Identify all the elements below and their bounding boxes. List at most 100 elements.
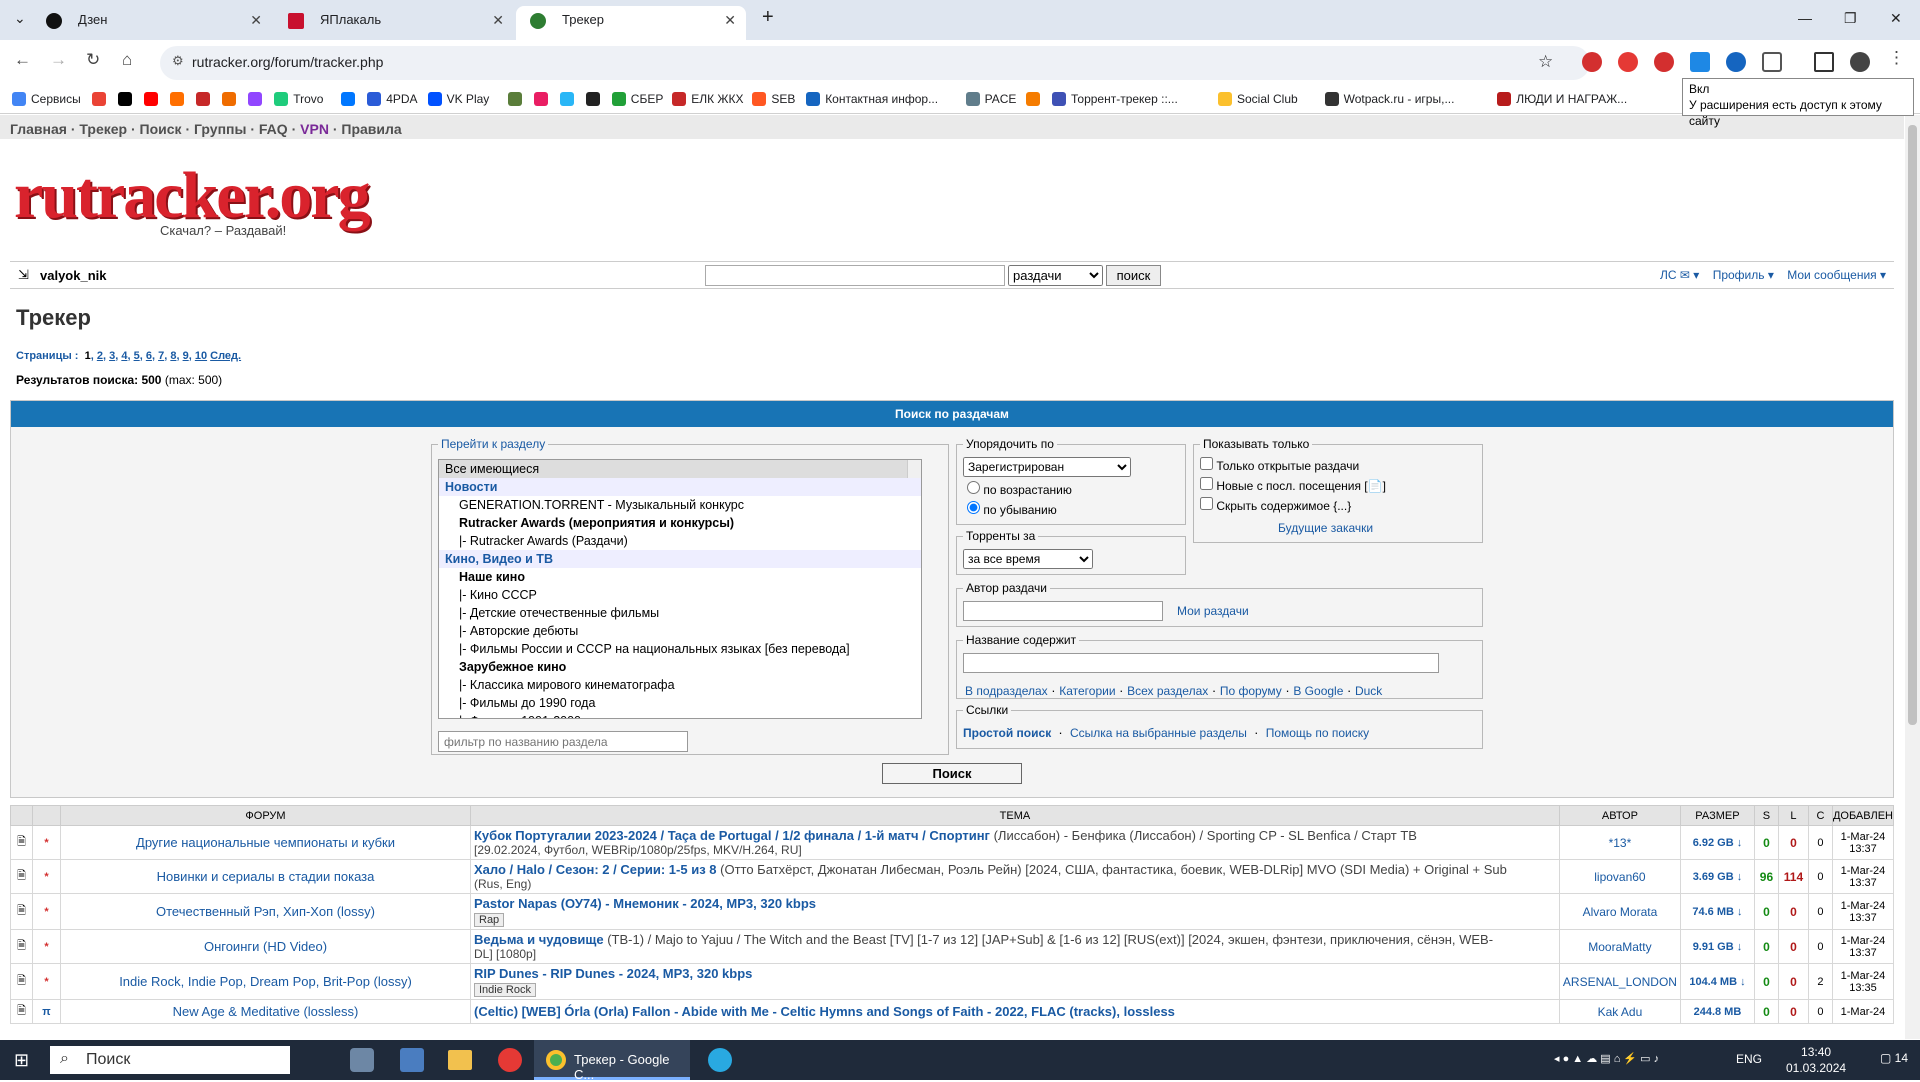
nav-vpn[interactable]: VPN [300,121,329,137]
bookmark-item[interactable]: VK Play [427,92,489,106]
col-size[interactable]: РАЗМЕР [1679,805,1755,826]
site-info-icon[interactable]: ⚙ [172,53,184,69]
open-only-checkbox[interactable] [1200,457,1213,470]
nav-search[interactable]: Поиск [140,121,182,137]
yandex-extension-icon[interactable] [1618,52,1638,72]
nav-faq[interactable]: FAQ [259,121,288,137]
page-link[interactable]: 10 [195,350,207,362]
topic-link[interactable]: Pastor Napas (ОУ74) - Мнемоник - 2024, M… [474,896,816,911]
table-row[interactable]: 🗎 * Отечественный Рэп, Хип-Хоп (lossy) Past… [10,893,1895,930]
bookmark-item[interactable] [1026,92,1045,106]
topic-link[interactable]: Ведьма и чудовище [474,932,604,947]
title-input[interactable] [963,653,1439,673]
username[interactable]: valyok_nik [40,268,107,283]
tray-icons[interactable]: ◂ ● ▲ ☁ ▤ ⌂ ⚡ ▭ ♪ [1554,1052,1659,1065]
hide-content-checkbox[interactable] [1200,497,1213,510]
tab-yaplakal[interactable]: ЯПлакаль ✕ [274,6,514,40]
explorer-icon[interactable] [448,1050,472,1070]
minimize-icon[interactable]: — [1798,10,1812,26]
bookmark-item[interactable] [507,92,527,106]
forum-link[interactable]: Онгоинги (HD Video) [60,929,471,964]
author-input[interactable] [963,601,1163,621]
search-help-link[interactable]: Помощь по поиску [1266,726,1369,740]
genre-tag[interactable]: Indie Rock [474,983,536,997]
page-link[interactable]: 6 [146,350,152,362]
section-option[interactable]: Зарубежное кино [439,658,921,676]
sidepanel-icon[interactable] [1814,52,1834,72]
period-select[interactable]: за все время [963,549,1093,569]
simple-search-link[interactable]: Простой поиск [963,726,1051,740]
selected-sections-link[interactable]: Ссылка на выбранные разделы [1070,726,1247,740]
bookmark-item[interactable] [170,92,189,106]
author-link[interactable]: MooraMatty [1558,929,1681,964]
taskbar-chrome-app[interactable]: Трекер - Google C... [534,1040,690,1082]
section-option[interactable]: |- Фильмы России и СССР на национальных … [439,640,921,658]
page-link[interactable]: 3 [109,350,115,362]
section-option[interactable]: Новости [439,478,921,496]
telegram-icon[interactable] [708,1048,732,1072]
bookmark-item[interactable]: SEB [752,92,795,106]
translate-extension-icon[interactable] [1690,52,1710,72]
tab-tracker[interactable]: Трекер ✕ [516,6,746,40]
language-indicator[interactable]: ENG [1736,1052,1762,1066]
logout-icon[interactable]: ⇲ [18,267,29,283]
author-link[interactable]: *13* [1558,825,1681,860]
size-download-link[interactable]: 74.6 MB ↓ [1679,893,1755,930]
torrent-file-icon[interactable]: 🗎 [10,893,33,930]
section-option[interactable]: |- Фильмы 1991-2000 [439,712,921,718]
section-option[interactable]: |- Авторские дебюты [439,622,921,640]
topic-link[interactable]: Кубок Португалии 2023-2024 / Taça de Por… [474,828,990,843]
torrent-file-icon[interactable]: 🗎 [10,999,33,1024]
forum-link[interactable]: New Age & Meditative (lossless) [60,999,471,1024]
author-link[interactable]: Kak Adu [1558,999,1681,1024]
search-scope-select[interactable]: раздачи [1008,265,1103,286]
bookmark-item[interactable] [222,92,241,106]
section-option[interactable]: Все имеющиеся [439,460,921,478]
author-link[interactable]: lipovan60 [1558,859,1681,894]
forward-icon[interactable]: → [50,50,67,70]
menu-icon[interactable]: ⋮ [1888,48,1905,68]
by-forum-link[interactable]: По форуму [1220,684,1282,698]
submit-search-button[interactable]: Поиск [882,763,1022,784]
torrent-file-icon[interactable]: 🗎 [10,929,33,964]
search-button[interactable]: поиск [1106,265,1161,286]
forum-link[interactable]: Отечественный Рэп, Хип-Хоп (lossy) [60,893,471,930]
section-option[interactable]: |- Фильмы до 1990 года [439,694,921,712]
topic-link[interactable]: (Celtic) [WEB] Órla (Orla) Fallon - Abid… [474,1004,1175,1019]
desc-radio[interactable] [967,501,980,514]
nav-home[interactable]: Главная [10,121,67,137]
size-download-link[interactable]: 244.8 MB [1679,999,1755,1024]
torrent-file-icon[interactable]: 🗎 [10,963,33,1000]
bookmark-item[interactable] [585,92,605,106]
scrollbar-thumb[interactable] [1908,125,1917,725]
nav-tracker[interactable]: Трекер [79,121,127,137]
extensions-icon[interactable] [1762,52,1782,72]
notifications-icon[interactable]: ▢ 14 [1880,1051,1908,1065]
close-window-icon[interactable]: ✕ [1890,10,1902,27]
section-option[interactable]: |- Классика мирового кинематографа [439,676,921,694]
col-leech[interactable]: L [1777,805,1809,826]
bookmark-item[interactable]: PACE [965,92,1016,106]
bookmark-item[interactable]: Торрент-трекер ::... [1052,92,1178,106]
scrollbar[interactable] [907,460,921,478]
bookmark-item[interactable]: СБЕР [611,92,663,106]
page-link[interactable]: 1 [85,350,91,362]
forum-link[interactable]: Новинки и сериалы в стадии показа [60,859,471,894]
my-torrents-link[interactable]: Мои раздачи [1177,604,1249,618]
page-scrollbar[interactable] [1905,115,1920,1039]
col-forum[interactable]: ФОРУМ [60,805,471,826]
author-link[interactable]: Alvaro Morata [1558,893,1681,930]
section-option[interactable]: |- Детские отечественные фильмы [439,604,921,622]
avatar[interactable] [1850,52,1870,72]
new-only-option[interactable]: Новые с посл. посещения [📄] [1200,477,1386,493]
bookmark-item[interactable] [196,92,215,106]
page-link[interactable]: 8 [170,350,176,362]
asc-radio[interactable] [967,481,980,494]
forum-link[interactable]: Другие национальные чемпионаты и кубки [60,825,471,860]
pages-label[interactable]: Страницы [16,350,72,362]
reload-icon[interactable]: ↻ [86,50,100,70]
sort-desc-option[interactable]: по убыванию [967,501,1057,517]
forum-link[interactable]: Indie Rock, Indie Pop, Dream Pop, Brit-P… [60,963,471,1000]
page-link[interactable]: 2 [97,350,103,362]
section-option[interactable]: Кино, Видео и ТВ [439,550,921,568]
